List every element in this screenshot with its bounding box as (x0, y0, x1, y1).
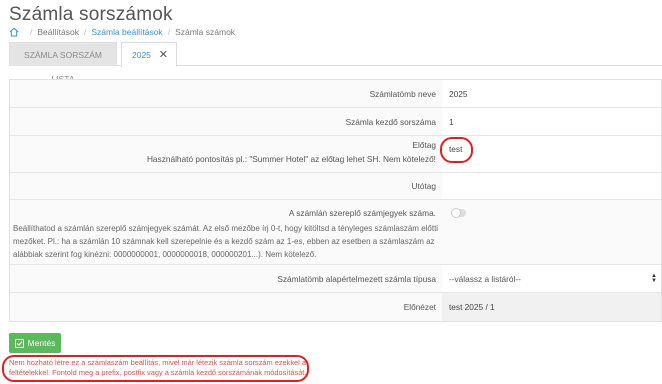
breadcrumb-separator: / (83, 27, 87, 37)
breadcrumb: / Beállítások / Számla beállítások / Szá… (9, 27, 235, 37)
tab-2025-label: 2025 (132, 50, 151, 60)
tab-bar: SZÁMLA SORSZÁM LISTA 2025 ✕ (9, 42, 662, 84)
tab-2025[interactable]: 2025 ✕ (121, 42, 177, 67)
name-label: Számlatömb neve (10, 80, 442, 107)
breadcrumb-settings[interactable]: Beállítások (37, 27, 79, 37)
prefix-label: Előtag (412, 140, 436, 150)
save-button[interactable]: Mentés (9, 333, 61, 353)
invoice-type-label: Számlatömb alapértelmezett számla típusa (10, 265, 442, 292)
preview-value: test 2025 / 1 (449, 302, 495, 312)
prefix-help-text: Használható pontosítás pl.: "Summer Hote… (146, 154, 436, 164)
start-number-label: Számla kezdő sorszáma (10, 108, 442, 135)
form-row-start: Számla kezdő sorszáma 1 (10, 108, 661, 136)
prefix-highlight-circle (440, 137, 473, 163)
toggle-knob (451, 208, 461, 218)
digits-cell (442, 200, 661, 264)
start-number-field[interactable]: 1 (442, 108, 661, 135)
breadcrumb-invoice-numbers: Számla számok (175, 27, 236, 37)
breadcrumb-invoice-settings[interactable]: Számla beállítások (91, 27, 162, 37)
breadcrumb-separator: / (167, 27, 171, 37)
prefix-label-cell: Előtag Használható pontosítás pl.: "Summ… (10, 136, 442, 172)
error-highlight-circle (2, 355, 309, 382)
digits-help-text: Beállíthatod a számlán szereplő számjegy… (13, 224, 439, 259)
invoice-number-form: Számlatömb neve 2025 Számla kezdő sorszá… (9, 79, 662, 322)
form-row-preview: Előnézet test 2025 / 1 (10, 293, 661, 321)
page-title: Számla sorszámok (9, 4, 173, 25)
name-field[interactable]: 2025 (442, 80, 661, 107)
home-icon[interactable] (9, 27, 19, 37)
form-row-prefix: Előtag Használható pontosítás pl.: "Summ… (10, 136, 661, 173)
form-row-digits: A számlán szereplő számjegyek száma. Beá… (10, 200, 661, 265)
breadcrumb-separator: / (30, 27, 33, 37)
start-number-value: 1 (449, 117, 454, 127)
preview-field: test 2025 / 1 (442, 293, 661, 321)
form-row-suffix: Utótag (10, 173, 661, 200)
prefix-field[interactable]: test (442, 136, 661, 172)
invoice-type-select[interactable]: --válassz a listáról-- ▲ ▼ (442, 265, 661, 292)
digits-label-cell: A számlán szereplő számjegyek száma. Beá… (10, 200, 442, 264)
form-row-type: Számlatömb alapértelmezett számla típusa… (10, 265, 661, 293)
invoice-type-cell: --válassz a listáról-- ▲ ▼ (442, 265, 661, 292)
check-icon (14, 338, 24, 348)
close-icon[interactable]: ✕ (159, 43, 168, 67)
digits-label: A számlán szereplő számjegyek száma. (288, 208, 436, 218)
invoice-type-value: --válassz a listáról-- (449, 274, 521, 284)
select-arrows-icon: ▲ ▼ (651, 273, 657, 284)
tab-invoice-number-list[interactable]: SZÁMLA SORSZÁM LISTA (9, 42, 117, 84)
save-button-label: Mentés (27, 338, 56, 348)
form-row-name: Számlatömb neve 2025 (10, 80, 661, 108)
name-value: 2025 (449, 89, 468, 99)
preview-label: Előnézet (10, 293, 442, 321)
suffix-label: Utótag (10, 173, 442, 199)
suffix-field[interactable] (442, 173, 661, 199)
digits-toggle[interactable] (451, 208, 466, 218)
